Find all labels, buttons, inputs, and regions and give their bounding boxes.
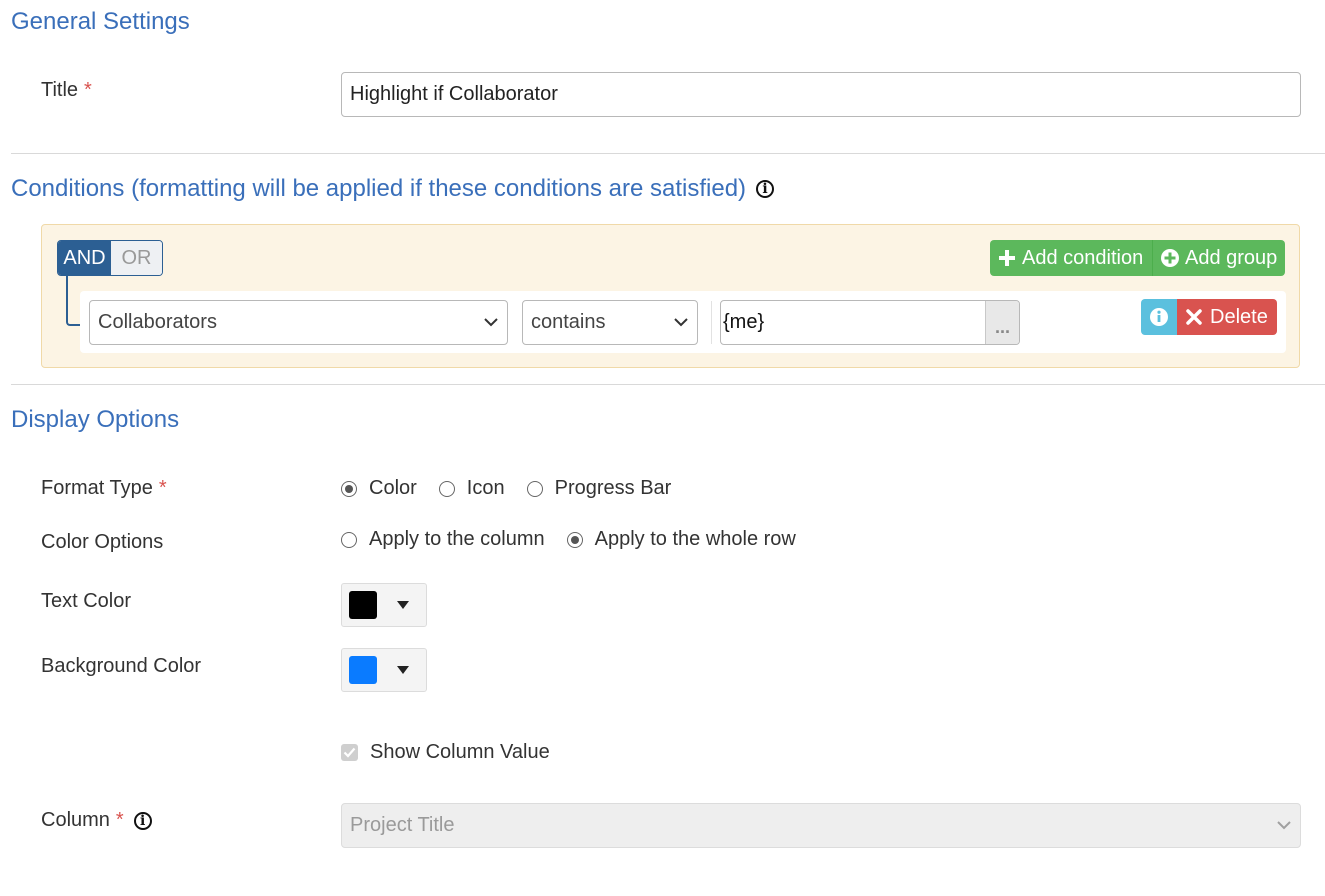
conditions-panel: AND OR Add condition Add group Collabora… [41,224,1300,368]
operator-select-value: contains [531,311,606,333]
plus-icon [999,250,1015,266]
background-color-swatch [349,656,377,684]
caret-down-icon [397,601,409,609]
title-label: Title * [41,79,92,102]
add-condition-button[interactable]: Add condition [990,240,1152,276]
column-label-text: Column [41,809,110,831]
conditions-heading-text: Conditions (formatting will be applied i… [11,175,747,202]
required-marker: * [158,477,167,499]
background-color-picker[interactable] [341,648,427,692]
field-select-value: Collaborators [98,311,217,333]
value-input-group: {me} ... [720,300,1020,345]
background-color-label: Background Color [41,655,202,677]
info-circle-icon[interactable]: i [133,811,152,830]
condition-rule: Collaborators contains {me} ... Delete [80,291,1286,353]
radio-button[interactable] [341,531,357,548]
chevron-down-icon [483,315,499,331]
text-color-picker[interactable] [341,583,427,627]
option-label: Progress Bar [554,477,672,499]
close-icon [1186,309,1202,325]
chevron-down-icon [1276,818,1292,834]
value-input[interactable]: {me} [721,311,985,334]
plus-circle-icon [1161,249,1179,267]
divider [11,153,1325,154]
format-type-label-text: Format Type [41,477,153,499]
display-options-heading: Display Options [11,406,180,433]
and-button[interactable]: AND [58,241,111,275]
check-icon [343,747,356,758]
divider [11,384,1325,385]
required-marker: * [115,809,124,831]
format-type-radios: Color Icon Progress Bar [341,477,693,500]
option-label: Apply to the whole row [594,528,796,550]
delete-label: Delete [1210,305,1268,328]
conditions-heading: Conditions (formatting will be applied i… [11,175,775,203]
column-select-value: Project Title [350,814,455,836]
format-type-icon-option[interactable]: Icon [438,477,505,500]
option-label: Apply to the column [369,528,545,550]
add-group-label: Add group [1185,246,1278,269]
operator-select[interactable]: contains [522,300,698,345]
apply-to-column-option[interactable]: Apply to the column [341,528,545,551]
option-label: Color [369,477,417,499]
option-label: Icon [466,477,505,499]
info-circle-icon[interactable]: i [756,180,775,198]
column-label: Column * i [41,809,152,832]
show-column-value-label: Show Column Value [370,741,550,763]
show-column-value-checkbox[interactable] [341,744,358,761]
radio-button[interactable] [341,480,357,497]
chevron-down-icon [673,315,689,331]
title-input-value: Highlight if Collaborator [350,83,558,105]
column-select[interactable]: Project Title [341,803,1301,848]
add-condition-label: Add condition [1022,246,1144,269]
color-options-label: Color Options [41,531,164,553]
add-group-button[interactable]: Add group [1152,240,1285,276]
format-type-color-option[interactable]: Color [341,477,417,500]
divider [711,301,712,344]
text-color-label: Text Color [41,590,132,612]
title-input[interactable]: Highlight if Collaborator [341,72,1301,117]
title-label-text: Title [41,79,79,101]
apply-to-row-option[interactable]: Apply to the whole row [566,528,796,551]
or-button[interactable]: OR [111,241,162,275]
radio-button[interactable] [566,531,583,548]
caret-down-icon [397,666,409,674]
radio-button[interactable] [438,480,455,497]
format-type-progress-bar-option[interactable]: Progress Bar [526,477,672,500]
required-marker: * [84,79,92,101]
rule-info-button[interactable] [1141,299,1177,335]
delete-rule-button[interactable]: Delete [1177,299,1277,335]
text-color-swatch [349,591,377,619]
general-settings-heading: General Settings [11,8,190,35]
value-picker-button[interactable]: ... [985,301,1019,344]
field-select[interactable]: Collaborators [89,300,508,345]
color-options-radios: Apply to the column Apply to the whole r… [341,528,818,551]
show-column-value-row: Show Column Value [341,741,550,764]
radio-button[interactable] [526,480,543,497]
info-icon [1150,308,1168,326]
logic-toggle: AND OR [57,240,163,276]
format-type-label: Format Type * [41,477,167,500]
